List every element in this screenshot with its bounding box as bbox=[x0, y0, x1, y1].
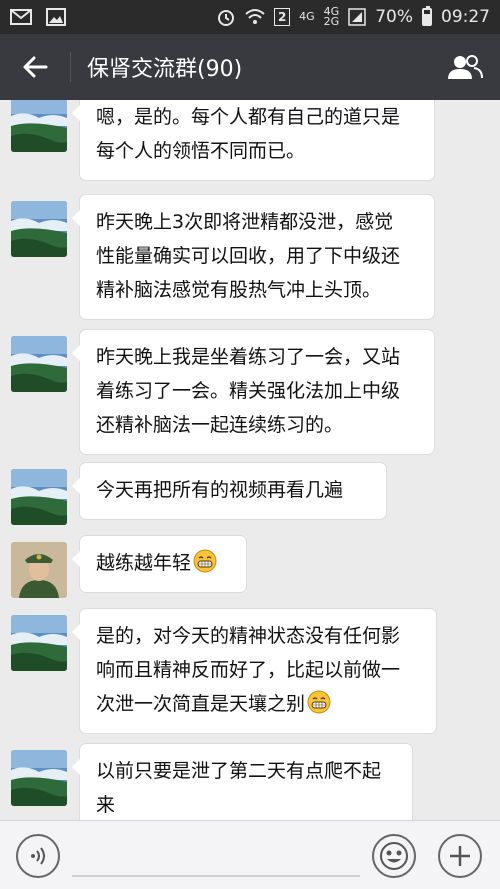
avatar-landscape[interactable] bbox=[11, 615, 67, 671]
grin-emoji-icon bbox=[307, 690, 331, 714]
message-text-line: 以前只要是泄了第二天有点爬不起来 bbox=[96, 760, 382, 816]
message-text-line: 昨天晚上3次即将泄精都没泄，感觉 bbox=[96, 211, 394, 233]
message-bubble[interactable]: 今天再把所有的视频再看几遍 bbox=[72, 463, 386, 519]
grin-emoji-icon bbox=[193, 549, 217, 573]
message-text-line: 越练越年轻 bbox=[96, 546, 230, 580]
emoji-button[interactable] bbox=[372, 834, 416, 878]
message-bubble[interactable]: 昨天晚上3次即将泄精都没泄，感觉 性能量确实可以回收，用了下中级还 精补脑法感觉有股… bbox=[72, 195, 434, 319]
clock: 09:27 bbox=[441, 7, 490, 27]
emoji-icon bbox=[380, 842, 408, 870]
message-text-line: 着练习了一会。精关强化法加上中级 bbox=[96, 380, 401, 402]
message-text-line: 精补脑法感觉有股热气冲上头顶。 bbox=[96, 279, 382, 301]
message-text-line: 每个人的领悟不同而已。 bbox=[96, 140, 306, 162]
message-list[interactable]: 嗯，是的。每个人都有自己的道只是 每个人的领悟不同而已。昨天晚上3次即将泄精都没泄… bbox=[0, 100, 500, 820]
battery-percent: 70% bbox=[375, 7, 413, 27]
status-bar: 2 4G 4G 2G 70% 09:27 bbox=[0, 0, 500, 34]
back-button[interactable] bbox=[0, 34, 70, 100]
chat-title: 保肾交流群(90) bbox=[87, 57, 243, 82]
avatar-landscape[interactable] bbox=[11, 469, 67, 525]
voice-button[interactable] bbox=[16, 834, 60, 878]
sim2-icon: 2 bbox=[274, 8, 291, 26]
voice-icon bbox=[31, 847, 45, 865]
message-text-line: 性能量确实可以回收，用了下中级还 bbox=[96, 245, 401, 267]
wifi-icon bbox=[245, 8, 265, 26]
message-text-line: 是的，对今天的精神状态没有任何影 bbox=[96, 625, 401, 647]
signal-bars-icon bbox=[348, 8, 366, 26]
more-button[interactable] bbox=[438, 834, 482, 878]
chat-header: 保肾交流群(90) bbox=[0, 34, 500, 100]
avatar-landscape[interactable] bbox=[11, 100, 67, 152]
group-members-button[interactable] bbox=[430, 34, 500, 100]
message-text-line: 今天再把所有的视频再看几遍 bbox=[96, 479, 344, 501]
alarm-icon bbox=[216, 7, 236, 27]
header-divider bbox=[70, 52, 71, 82]
plus-icon bbox=[450, 846, 470, 866]
message-bubble[interactable]: 嗯，是的。每个人都有自己的道只是 每个人的领悟不同而已。 bbox=[72, 100, 434, 180]
avatar-landscape[interactable] bbox=[11, 750, 67, 806]
signal-4g-2g-icon: 4G 2G bbox=[323, 5, 340, 28]
message-text-line: 嗯，是的。每个人都有自己的道只是 bbox=[96, 106, 401, 128]
message-bubble[interactable]: 昨天晚上我是坐着练习了一会，又站 着练习了一会。精关强化法加上中级 还精补脑法一起连… bbox=[72, 330, 434, 454]
input-bar bbox=[0, 820, 500, 889]
battery-icon bbox=[422, 6, 432, 26]
avatar-landscape[interactable] bbox=[11, 336, 67, 392]
signal-4g-icon: 4G bbox=[299, 10, 315, 23]
message-text-line: 响而且精神反而好了，比起以前做一 bbox=[96, 659, 401, 681]
message-bubble[interactable]: 以前只要是泄了第二天有点爬不起来的感觉 bbox=[72, 744, 412, 820]
message-text-line: 昨天晚上我是坐着练习了一会，又站 bbox=[96, 346, 401, 368]
image-icon bbox=[46, 8, 66, 26]
back-arrow-icon bbox=[23, 56, 48, 78]
avatar-landscape[interactable] bbox=[11, 201, 67, 257]
avatar-soldier[interactable] bbox=[11, 542, 67, 598]
group-members-icon bbox=[448, 55, 483, 79]
message-text-line: 还精补脑法一起连续练习的。 bbox=[96, 414, 344, 436]
mail-icon bbox=[10, 9, 32, 25]
message-bubble[interactable]: 是的，对今天的精神状态没有任何影 响而且精神反而好了，比起以前做一次泄一次简直是天… bbox=[72, 609, 436, 733]
message-text-line: 次泄一次简直是天壤之别 bbox=[96, 687, 420, 721]
message-input[interactable] bbox=[72, 875, 360, 877]
message-bubble[interactable]: 越练越年轻 bbox=[72, 536, 246, 592]
